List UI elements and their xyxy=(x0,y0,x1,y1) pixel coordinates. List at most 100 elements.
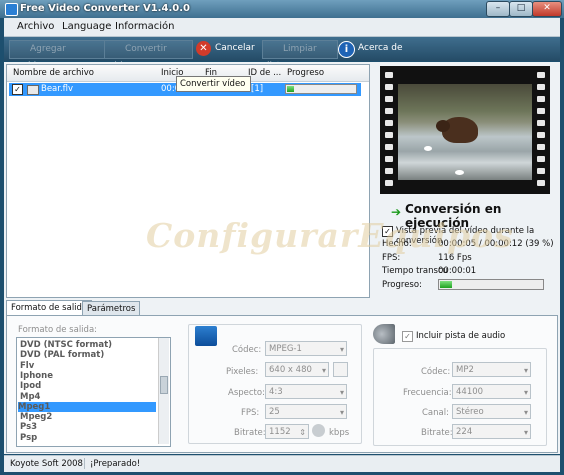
video-film-icon xyxy=(195,326,217,346)
menu-archivo[interactable]: Archivo xyxy=(17,21,54,32)
list-item[interactable]: Ipod xyxy=(20,381,41,391)
film-hole xyxy=(537,84,545,90)
edit-pixels-icon[interactable] xyxy=(333,362,348,377)
pixels-select[interactable]: 640 x 480 ▾ xyxy=(265,362,329,377)
title-bar: Free Video Converter V1.4.0.0 – □ ✕ xyxy=(0,0,564,18)
list-item[interactable]: Mpeg2 xyxy=(20,412,52,422)
output-format-label: Formato de salida: xyxy=(18,325,98,335)
menu-language[interactable]: Language xyxy=(62,21,111,32)
film-hole xyxy=(537,132,545,138)
conversion-progress-fill xyxy=(440,281,453,288)
tooltip: Convertir vídeo xyxy=(176,76,251,92)
chevron-down-icon: ▾ xyxy=(523,428,528,437)
film-hole xyxy=(385,120,393,126)
audio-bitrate-label: Bitrate: xyxy=(421,428,453,438)
file-list[interactable]: Nombre de archivo Inicio Fin ID de ... P… xyxy=(6,64,370,298)
row-id: [1] xyxy=(251,84,264,94)
bear-head xyxy=(436,120,450,132)
film-hole xyxy=(385,108,393,114)
status-divider xyxy=(84,458,85,469)
minimize-button[interactable]: – xyxy=(486,1,510,17)
channel-select[interactable]: Stéreo ▾ xyxy=(452,404,531,419)
chevron-down-icon: ▾ xyxy=(321,366,326,375)
video-bitrate-unit: kbps xyxy=(329,428,350,438)
tab-output-format[interactable]: Formato de salida xyxy=(6,300,93,316)
chevron-down-icon: ▾ xyxy=(523,388,528,397)
window-title: Free Video Converter V1.4.0.0 xyxy=(20,3,190,14)
film-hole xyxy=(537,168,545,174)
chevron-down-icon: ▾ xyxy=(523,366,528,375)
status-state: ¡Preparado! xyxy=(90,459,141,469)
film-hole xyxy=(385,156,393,162)
frequency-label: Frecuencia: xyxy=(403,388,452,398)
status-bar: Koyote Soft 2008 ¡Preparado! xyxy=(4,455,560,472)
cancel-icon: ✕ xyxy=(196,41,211,56)
tab-strip: Formato de salida Parámetros xyxy=(6,300,558,316)
menu-informacion[interactable]: Información xyxy=(115,21,174,32)
channel-label: Canal: xyxy=(422,408,449,418)
scroll-thumb[interactable] xyxy=(160,376,168,394)
film-hole xyxy=(537,156,545,162)
convert-video-button[interactable]: Convertir video xyxy=(104,40,193,71)
row-filename: Bear.flv xyxy=(41,84,74,94)
col-filename[interactable]: Nombre de archivo xyxy=(13,68,94,78)
list-item[interactable]: Flv xyxy=(20,361,34,371)
aspect-select[interactable]: 4:3 ▾ xyxy=(265,384,347,399)
clear-list-button[interactable]: Limpiar lista xyxy=(262,40,338,71)
film-hole xyxy=(537,96,545,102)
close-button[interactable]: ✕ xyxy=(532,1,562,17)
video-fps-label: FPS: xyxy=(241,408,260,418)
add-files-button[interactable]: Agregar archivos xyxy=(9,40,105,71)
pixels-label: Pixeles: xyxy=(226,367,259,377)
bird-figure xyxy=(455,170,464,175)
film-hole xyxy=(385,72,393,78)
about-button[interactable]: Acerca de xyxy=(358,40,403,57)
video-codec-select[interactable]: MPEG-1 ▾ xyxy=(265,341,347,356)
video-bitrate-stepper[interactable]: 1152 ⇕ xyxy=(265,424,309,439)
col-progress[interactable]: Progreso xyxy=(287,68,324,78)
tab-parameters[interactable]: Parámetros xyxy=(82,301,141,316)
file-icon xyxy=(27,85,39,95)
film-hole xyxy=(385,96,393,102)
info-icon: i xyxy=(338,41,355,58)
bitrate-helper-icon[interactable] xyxy=(312,424,325,437)
video-fps-select[interactable]: 25 ▾ xyxy=(265,404,347,419)
audio-bitrate-select[interactable]: 224 ▾ xyxy=(452,424,531,439)
stepper-icon: ⇕ xyxy=(299,428,306,437)
chevron-down-icon: ▾ xyxy=(523,408,528,417)
chevron-down-icon: ▾ xyxy=(339,345,344,354)
row-checkbox[interactable]: ✓ xyxy=(12,84,23,95)
speaker-icon xyxy=(373,324,395,344)
film-hole xyxy=(385,168,393,174)
film-hole xyxy=(385,144,393,150)
list-item[interactable]: Psp xyxy=(20,433,37,443)
cancel-button[interactable]: Cancelar xyxy=(215,40,255,57)
output-format-list[interactable]: DVD (NTSC format) DVD (PAL format) Flv Ipho… xyxy=(16,337,171,447)
list-item[interactable]: Mp4 xyxy=(20,392,40,402)
list-item[interactable]: DVD (PAL format) xyxy=(20,350,104,360)
video-codec-label: Códec: xyxy=(232,345,262,355)
status-company: Koyote Soft 2008 xyxy=(10,459,83,469)
film-hole xyxy=(537,72,545,78)
progress-label: Progreso: xyxy=(382,280,422,290)
film-hole xyxy=(385,180,393,186)
watermark: ConfigurarEquipos xyxy=(146,216,514,255)
row-progress-fill xyxy=(287,86,294,92)
film-hole xyxy=(537,120,545,126)
film-hole xyxy=(385,84,393,90)
frequency-select[interactable]: 44100 ▾ xyxy=(452,384,531,399)
list-item[interactable]: Iphone xyxy=(20,371,53,381)
chevron-down-icon: ▾ xyxy=(339,408,344,417)
list-item[interactable]: Mpeg1 xyxy=(18,401,156,412)
audio-codec-select[interactable]: MP2 ▾ xyxy=(452,362,531,377)
row-progress-bar xyxy=(285,84,357,94)
film-hole xyxy=(537,144,545,150)
list-item[interactable]: DVD (NTSC format) xyxy=(20,340,112,350)
maximize-button[interactable]: □ xyxy=(509,1,533,17)
list-item[interactable]: Ps3 xyxy=(20,422,37,432)
col-id[interactable]: ID de ... xyxy=(248,68,281,78)
include-audio-checkbox[interactable]: ✓ xyxy=(402,331,413,342)
menu-bar: Archivo Language Información xyxy=(4,18,560,37)
format-list-scrollbar[interactable] xyxy=(158,338,169,444)
aspect-label: Aspecto: xyxy=(228,388,265,398)
